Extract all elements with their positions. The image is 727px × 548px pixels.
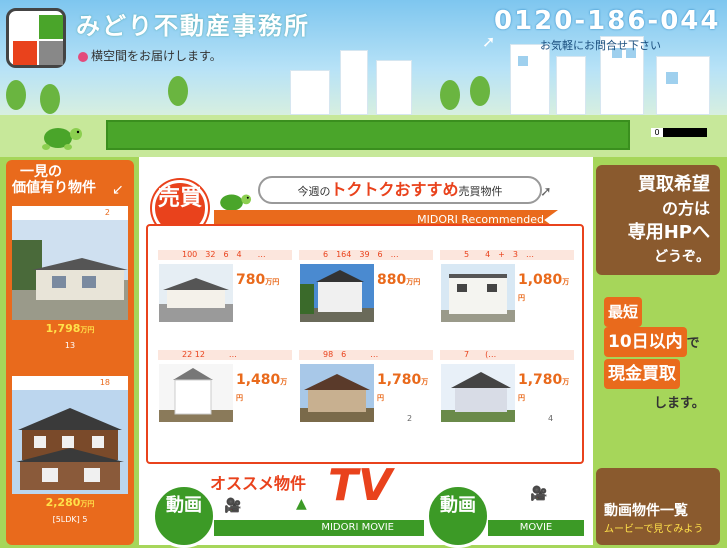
listing-page: 2 [407,414,413,423]
building-illustration [656,56,710,115]
listing-card[interactable]: 22 12 … 1,480万円 [158,350,292,436]
cash-buy-banner[interactable]: 最短 10日以内で 現金買取 します。 [596,285,720,435]
buyback-line: どうぞ。 [654,249,710,265]
cash-days: 10日以内 [604,327,687,357]
tv-title[interactable]: オススメ物件 [210,470,306,494]
camera-icon: 🎥 [530,486,548,502]
counter-bar [663,128,707,137]
movie-ribbon: MOVIE [488,520,584,536]
flower-icon [78,51,88,62]
tagline-text: 横空間をお届けします。 [91,49,222,63]
arrow-up-icon: ▲ [296,496,307,512]
property-photo[interactable] [300,364,374,422]
card-footer: 13 [12,338,128,354]
video-list-title: 動画物件一覧 [604,503,688,519]
property-photo[interactable] [441,364,515,422]
buyback-line: 専用HPへ [627,222,710,243]
listing-card[interactable]: 5 4 + 3 … 1,080万円 [440,250,574,336]
recommend-title: 今週のトクトクおすすめ売買物件 [258,176,542,204]
buyback-line: 買取希望 [638,174,710,195]
building-illustration [290,70,330,115]
property-photo[interactable] [12,390,128,494]
building-illustration [376,60,412,115]
listing-header: 6 164 39 6 … [299,250,433,260]
listing-price: 880万円 [377,272,421,288]
tv-ribbon: MIDORI MOVIE [214,520,424,536]
building-illustration [556,56,586,115]
featured-card[interactable]: 18 2,280万円 [5LDK] 5 [12,376,128,528]
buyback-banner[interactable]: 買取希望 の方は 専用HPへ どうぞ。 [596,165,720,275]
phone-note: お気軽にお問合せ下さい [540,39,661,52]
building-illustration [510,44,550,115]
card-price: 2,280万円 [12,494,128,512]
property-photo[interactable] [12,220,128,320]
property-photo[interactable] [300,264,374,322]
tv-logo[interactable]: TV [328,460,392,511]
property-photo[interactable] [159,364,233,422]
counter-badge: 0 [651,128,663,137]
card-header: 18 [99,378,110,387]
card-footer: [5LDK] 5 [12,512,128,528]
header-banner: みどり不動産事務所 横空間をお届けします。 ➚ 0120-186-044 お気軽… [0,0,727,115]
video-badge: 動画 [152,484,216,548]
tagline: 横空間をお届けします。 [78,47,222,64]
listing-price: 1,780万円 [377,372,429,402]
listing-price: 780万円 [236,272,280,288]
arrow-up-right-icon: ➚ [540,184,552,200]
listing-card[interactable]: 100 32 6 4 … 780万円 [158,250,292,336]
camera-icon: 🎥 [224,498,242,514]
listing-price: 1,480万円 [236,372,288,402]
listing-header: 98 6 … [299,350,433,360]
cash-line: します。 [654,396,705,411]
listing-header: 7 (… [440,350,574,360]
property-photo[interactable] [441,264,515,322]
listing-header: 22 12 … [158,350,292,360]
building-illustration [340,50,368,115]
listing-card[interactable]: 6 164 39 6 … 880万円 [299,250,433,336]
featured-card[interactable]: 2 1,798万円 13 [12,206,128,354]
site-logo[interactable] [6,8,66,68]
featured-title-line1: 一見の [20,164,62,180]
video-list-subtitle: ムービーで見てみよう [604,524,704,535]
card-header: 2 [104,208,110,217]
featured-title: 一見の 価値有り物件 [12,164,96,196]
property-photo[interactable] [159,264,233,322]
turtle-icon [42,128,82,150]
featured-title-line2: 価値有り物件 [12,180,96,196]
video-badge: 動画 [426,484,490,548]
video-list-banner[interactable]: 動画物件一覧 ムービーで見てみよう [596,468,720,545]
site-title[interactable]: みどり不動産事務所 [76,6,310,41]
listing-card[interactable]: 98 6 … 1,780万円 2 [299,350,433,436]
listing-page: 4 [548,414,554,423]
listing-header: 100 32 6 4 … [158,250,292,260]
buyback-line: の方は [661,199,710,218]
search-bar[interactable] [106,120,630,150]
listing-header: 5 4 + 3 … [440,250,574,260]
arrow-down-left-icon: ↙ [112,182,124,198]
listing-card[interactable]: 7 (… 1,780万円 4 [440,350,574,436]
listing-price: 1,080万円 [518,272,570,302]
cash-shortest: 最短 [604,297,643,327]
phone-number[interactable]: 0120-186-044 [494,6,721,36]
listing-price: 1,780万円 [518,372,570,402]
listing-grid: 100 32 6 4 … 780万円 6 164 39 6 … 880万円 5 … [146,224,584,464]
cash-buy: 現金買取 [604,359,680,389]
card-price: 1,798万円 [12,320,128,338]
